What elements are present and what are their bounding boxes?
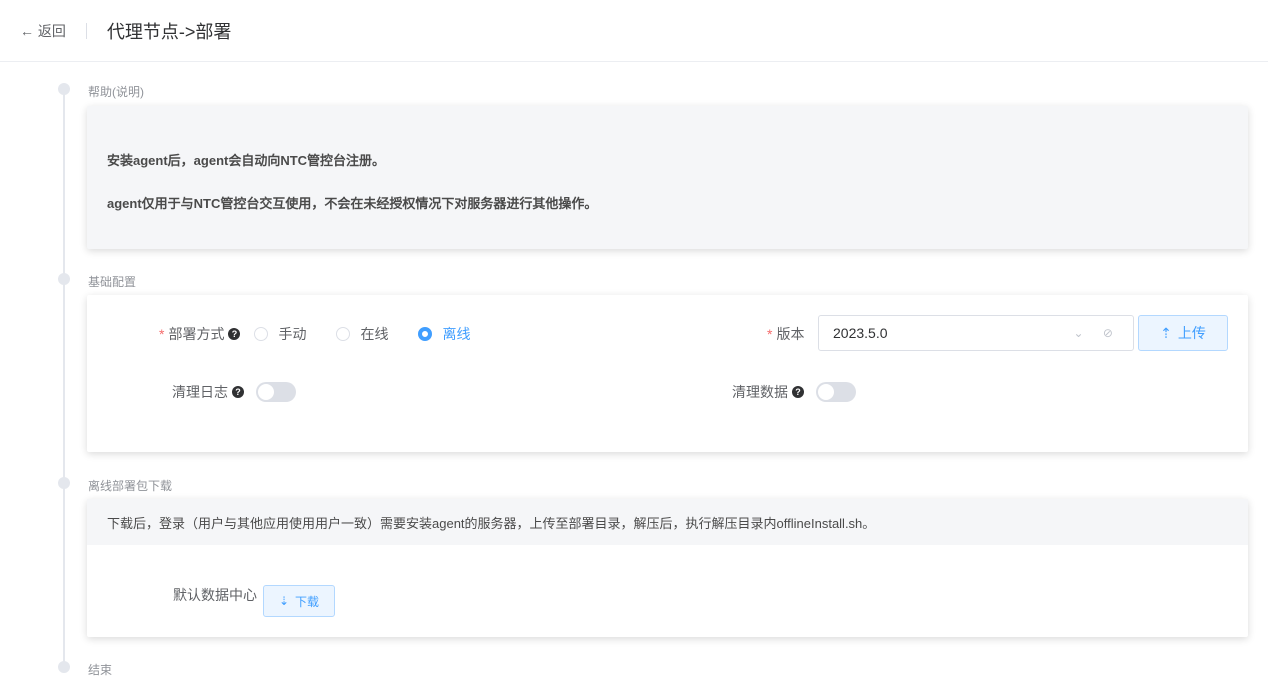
help-icon[interactable]: ? xyxy=(792,386,804,398)
clear-log-label: 清理日志 xyxy=(172,384,228,400)
timeline-dot xyxy=(58,477,70,489)
step-basic-label: 基础配置 xyxy=(88,275,137,289)
help-card: 安装agent后，agent会自动向NTC管控台注册。 agent仅用于与NTC… xyxy=(87,106,1248,249)
help-line-2: agent仅用于与NTC管控台交互使用，不会在未经授权情况下对服务器进行其他操作… xyxy=(107,196,598,211)
version-select[interactable]: 2023.5.0 ⌄ ⊘ xyxy=(818,315,1134,351)
radio-circle xyxy=(336,327,351,341)
download-icon: ⇣ xyxy=(278,594,290,608)
help-icon[interactable]: ? xyxy=(232,386,244,398)
timeline-line xyxy=(63,92,65,664)
version-label: 版本 xyxy=(776,326,805,342)
page-title: 代理节点->部署 xyxy=(106,21,232,42)
help-icon[interactable]: ? xyxy=(228,328,241,340)
clear-data-label: 清理数据 xyxy=(732,384,788,400)
header: ← 返回 代理节点->部署 xyxy=(0,0,1268,62)
radio-manual[interactable]: 手动 xyxy=(254,324,306,344)
download-tip: 下载后，登录（用户与其他应用使用用户一致）需要安装agent的服务器，上传至部署… xyxy=(87,499,1248,545)
header-divider xyxy=(85,22,87,39)
radio-online[interactable]: 在线 xyxy=(336,324,388,344)
timeline-dot xyxy=(58,661,70,673)
deploy-mode-row: * 部署方式? 手动 在线 离线 xyxy=(159,324,471,344)
radio-offline[interactable]: 离线 xyxy=(418,324,470,344)
download-card: 下载后，登录（用户与其他应用使用用户一致）需要安装agent的服务器，上传至部署… xyxy=(87,499,1248,637)
radio-circle xyxy=(254,327,269,341)
back-button[interactable]: ← 返回 xyxy=(20,21,66,41)
help-line-1: 安装agent后，agent会自动向NTC管控台注册。 xyxy=(107,153,386,168)
dc-row: 默认数据中心 xyxy=(173,585,257,605)
clear-data-switch[interactable] xyxy=(816,382,856,402)
upload-button[interactable]: ⇡ 上传 xyxy=(1138,315,1228,351)
clear-log-row: 清理日志? xyxy=(172,382,296,402)
timeline-dot xyxy=(58,273,70,285)
dc-label: 默认数据中心 xyxy=(173,587,257,603)
step-download-label: 离线部署包下载 xyxy=(88,479,173,493)
chevron-down-icon: ⌄ ⊘ xyxy=(1073,326,1121,340)
version-label-row: * 版本 xyxy=(767,326,805,342)
deploy-mode-label: 部署方式 xyxy=(168,326,225,342)
step-end-label: 结束 xyxy=(88,663,113,677)
step-help-label: 帮助(说明) xyxy=(88,85,144,99)
clear-data-row: 清理数据? xyxy=(732,382,856,402)
clear-log-switch[interactable] xyxy=(256,382,296,402)
timeline-dot xyxy=(58,83,70,95)
upload-icon: ⇡ xyxy=(1160,324,1172,341)
radio-circle-checked xyxy=(418,327,433,341)
version-value: 2023.5.0 xyxy=(833,325,888,341)
download-button[interactable]: ⇣ 下载 xyxy=(263,585,335,617)
basic-config-card: * 部署方式? 手动 在线 离线 * 版本 2023.5.0 ⌄ ⊘ ⇡ 上传 清理日志… xyxy=(87,295,1248,452)
